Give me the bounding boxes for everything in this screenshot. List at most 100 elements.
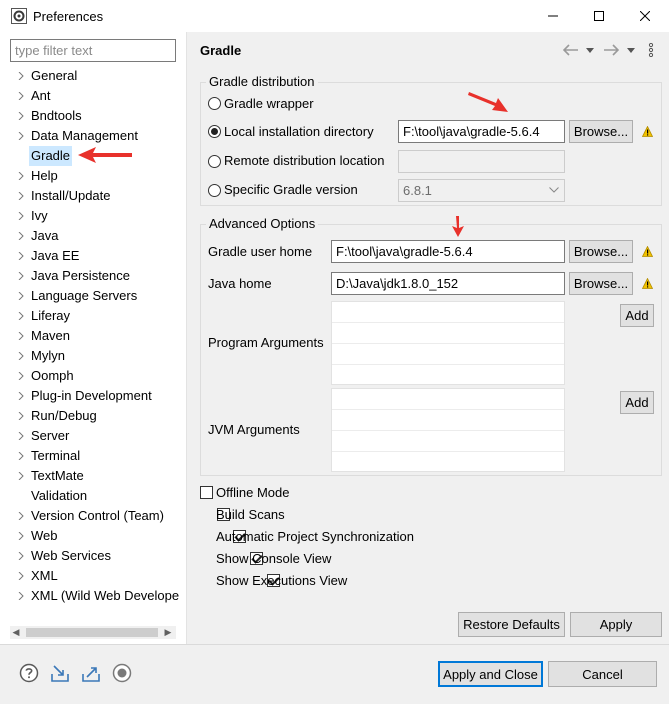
tree-item[interactable]: XML (Wild Web Develope [10,586,184,606]
chevron-right-icon[interactable] [17,532,25,540]
forward-button[interactable] [603,42,619,58]
build-scans-label[interactable]: Build Scans [216,507,285,522]
chevron-right-icon[interactable] [17,372,25,380]
tree-item[interactable]: Run/Debug [10,406,184,426]
tree-item[interactable]: Ivy [10,206,184,226]
record-icon[interactable] [112,663,132,683]
close-button[interactable] [622,0,668,32]
export-icon[interactable] [81,663,101,683]
remote-distribution-radio[interactable] [208,155,221,168]
chevron-right-icon[interactable] [17,592,25,600]
chevron-right-icon[interactable] [17,332,25,340]
tree-item[interactable]: Server [10,426,184,446]
chevron-right-icon[interactable] [17,192,25,200]
chevron-right-icon[interactable] [17,452,25,460]
tree-item[interactable]: Help [10,166,184,186]
chevron-right-icon[interactable] [17,232,25,240]
chevron-right-icon[interactable] [17,352,25,360]
auto-sync-label[interactable]: Automatic Project Synchronization [216,529,414,544]
chevron-right-icon[interactable] [17,512,25,520]
chevron-right-icon[interactable] [17,92,25,100]
chevron-right-icon[interactable] [17,312,25,320]
chevron-right-icon[interactable] [17,552,25,560]
back-button[interactable] [563,42,579,58]
chevron-right-icon[interactable] [17,72,25,80]
chevron-right-icon[interactable] [17,392,25,400]
import-icon[interactable] [50,663,70,683]
tree-item-label: XML [31,568,58,583]
specific-version-radio[interactable] [208,184,221,197]
maximize-button[interactable] [576,0,622,32]
show-console-view-label[interactable]: Show Console View [216,551,331,566]
jvm-arguments-table[interactable] [331,388,565,472]
help-icon[interactable] [19,663,39,683]
jvm-arguments-label: JVM Arguments [208,422,300,437]
apply-button[interactable]: Apply [570,612,662,637]
user-home-browse-button[interactable]: Browse... [569,240,633,263]
tree-item[interactable]: Web [10,526,184,546]
tree-item[interactable]: Terminal [10,446,184,466]
tree-item[interactable]: Language Servers [10,286,184,306]
tree-item[interactable]: Oomph [10,366,184,386]
apply-and-close-button[interactable]: Apply and Close [438,661,543,687]
local-installation-radio[interactable] [208,125,221,138]
tree-horizontal-scrollbar[interactable]: ◀ ▶ [10,626,176,639]
chevron-right-icon[interactable] [17,252,25,260]
cancel-button[interactable]: Cancel [548,661,657,687]
tree-item[interactable]: Web Services [10,546,184,566]
forward-menu-button[interactable] [627,42,635,58]
tree-item[interactable]: Liferay [10,306,184,326]
add-program-argument-button[interactable]: Add [620,304,654,327]
scroll-left-icon[interactable]: ◀ [12,628,20,637]
gradle-wrapper-label[interactable]: Gradle wrapper [224,96,314,111]
specific-version-select[interactable]: 6.8.1 [398,179,565,202]
tree-item[interactable]: Bndtools [10,106,184,126]
gradle-user-home-field[interactable]: F:\tool\java\gradle-5.6.4 [331,240,565,263]
scrollbar-thumb[interactable] [26,628,158,637]
local-installation-label[interactable]: Local installation directory [224,124,374,139]
back-menu-button[interactable] [586,42,594,58]
chevron-right-icon[interactable] [17,212,25,220]
gradle-wrapper-radio[interactable] [208,97,221,110]
restore-defaults-button[interactable]: Restore Defaults [458,612,565,637]
tree-item[interactable]: Plug-in Development [10,386,184,406]
filter-input[interactable] [10,39,176,62]
local-browse-button[interactable]: Browse... [569,120,633,143]
remote-distribution-field[interactable] [398,150,565,173]
tree-item[interactable]: Mylyn [10,346,184,366]
specific-version-label[interactable]: Specific Gradle version [224,182,358,197]
tree-item[interactable]: Java EE [10,246,184,266]
show-executions-view-label[interactable]: Show Executions View [216,573,347,588]
offline-mode-checkbox[interactable] [200,486,213,499]
tree-item[interactable]: General [10,66,184,86]
chevron-right-icon[interactable] [17,472,25,480]
tree-item[interactable]: Java [10,226,184,246]
chevron-right-icon[interactable] [17,432,25,440]
minimize-button[interactable] [530,0,576,32]
program-arguments-table[interactable] [331,301,565,385]
chevron-right-icon[interactable] [17,292,25,300]
add-jvm-argument-button[interactable]: Add [620,391,654,414]
remote-distribution-label[interactable]: Remote distribution location [224,153,384,168]
scroll-right-icon[interactable]: ▶ [164,628,172,637]
tree-item[interactable]: Validation [10,486,184,506]
local-installation-field[interactable]: F:\tool\java\gradle-5.6.4 [398,120,565,143]
tree-item[interactable]: Ant [10,86,184,106]
chevron-right-icon[interactable] [17,112,25,120]
tree-item[interactable]: TextMate [10,466,184,486]
chevron-right-icon[interactable] [17,572,25,580]
java-home-field[interactable]: D:\Java\jdk1.8.0_152 [331,272,565,295]
tree-item[interactable]: Data Management [10,126,184,146]
java-home-browse-button[interactable]: Browse... [569,272,633,295]
chevron-right-icon[interactable] [17,172,25,180]
tree-item[interactable]: Version Control (Team) [10,506,184,526]
tree-item[interactable]: Install/Update [10,186,184,206]
tree-item[interactable]: XML [10,566,184,586]
chevron-right-icon[interactable] [17,412,25,420]
tree-item[interactable]: Maven [10,326,184,346]
view-menu-button[interactable] [648,42,654,58]
tree-item[interactable]: Java Persistence [10,266,184,286]
offline-mode-label[interactable]: Offline Mode [216,485,289,500]
chevron-right-icon[interactable] [17,272,25,280]
chevron-right-icon[interactable] [17,132,25,140]
